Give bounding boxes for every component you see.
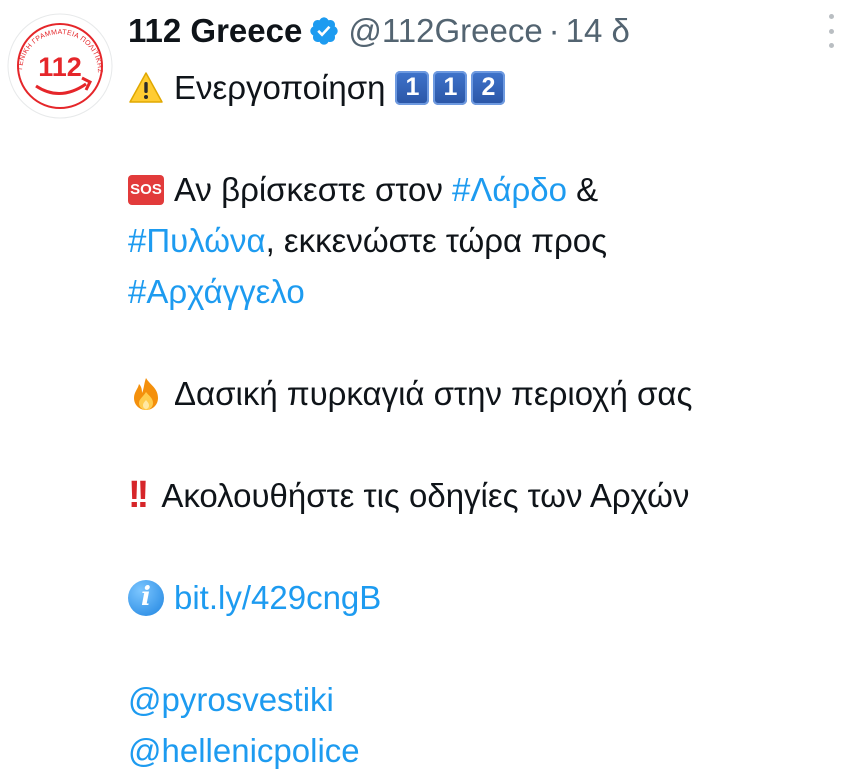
mention-line-2: @hellenicpolice: [128, 725, 833, 772]
tweet-header: 112 Greece @112Greece · 14 δ: [128, 8, 630, 54]
avatar[interactable]: ΓΕΝΙΚΗ ΓΡΑΜΜΑΤΕΙΑ ΠΟΛΙΤΙΚΗΣ ΠΡΟΣΤΑΣΙΑΣ 1…: [3, 7, 114, 120]
sos-icon: SOS: [128, 174, 164, 205]
info-icon: i: [128, 579, 164, 616]
keycap-group: 1 1 2: [395, 70, 509, 105]
handle[interactable]: @112Greece: [348, 8, 542, 54]
timestamp[interactable]: 14 δ: [566, 8, 630, 54]
tweet: ΓΕΝΙΚΗ ΓΡΑΜΜΑΤΕΙΑ ΠΟΛΙΤΙΚΗΣ ΠΡΟΣΤΑΣΙΑΣ 1…: [0, 0, 843, 772]
short-link[interactable]: bit.ly/429cngB: [174, 572, 381, 623]
verified-badge-icon: [310, 17, 339, 45]
fire-icon: [134, 377, 158, 410]
keycap-1: 1: [433, 70, 468, 105]
evacuation-line-1: SOS Αν βρίσκεστε στον #Λάρδο &: [128, 164, 833, 215]
keycap-2: 2: [471, 70, 506, 105]
double-exclamation-icon: !!: [128, 474, 149, 516]
warning-icon: [129, 71, 163, 103]
tweet-body: Ενεργοποίηση 1 1 2 SOS Αν βρίσκεστε στον…: [128, 62, 833, 772]
mention-pyrosvestiki[interactable]: @pyrosvestiki: [128, 674, 334, 725]
fire-line: Δασική πυρκαγιά στην περιοχή σας: [128, 368, 833, 419]
hashtag-lardos[interactable]: #Λάρδο: [452, 164, 567, 215]
activation-text: Ενεργοποίηση: [174, 69, 386, 106]
separator-dot: ·: [548, 12, 560, 49]
evacuation-text: , εκκενώστε τώρα προς: [265, 222, 608, 259]
hashtag-pylona[interactable]: #Πυλώνα: [128, 215, 266, 266]
display-name[interactable]: 112 Greece: [128, 8, 302, 54]
mention-line-1: @pyrosvestiki: [128, 674, 833, 725]
hashtag-archangelos[interactable]: #Αρχάγγελο: [128, 266, 305, 317]
activation-line: Ενεργοποίηση 1 1 2: [128, 62, 833, 113]
fire-text: Δασική πυρκαγιά στην περιοχή σας: [174, 375, 693, 412]
avatar-logo: ΓΕΝΙΚΗ ΓΡΑΜΜΑΤΕΙΑ ΠΟΛΙΤΙΚΗΣ ΠΡΟΣΤΑΣΙΑΣ 1…: [3, 7, 113, 119]
evacuation-prefix: Αν βρίσκεστε στον: [174, 171, 452, 208]
link-line: i bit.ly/429cngB: [128, 572, 833, 623]
evacuation-ampersand: &: [566, 171, 599, 208]
instructions-text: Ακολουθήστε τις οδηγίες των Αρχών: [161, 477, 690, 514]
more-options-icon[interactable]: [822, 14, 840, 48]
keycap-1: 1: [395, 70, 430, 105]
instructions-line: !! Ακολουθήστε τις οδηγίες των Αρχών: [128, 470, 833, 521]
evacuation-line-3: #Αρχάγγελο: [128, 266, 833, 317]
evacuation-line-2: #Πυλώνα , εκκενώστε τώρα προς: [128, 215, 833, 266]
avatar-number: 112: [38, 52, 82, 82]
mention-hellenicpolice[interactable]: @hellenicpolice: [128, 725, 360, 772]
